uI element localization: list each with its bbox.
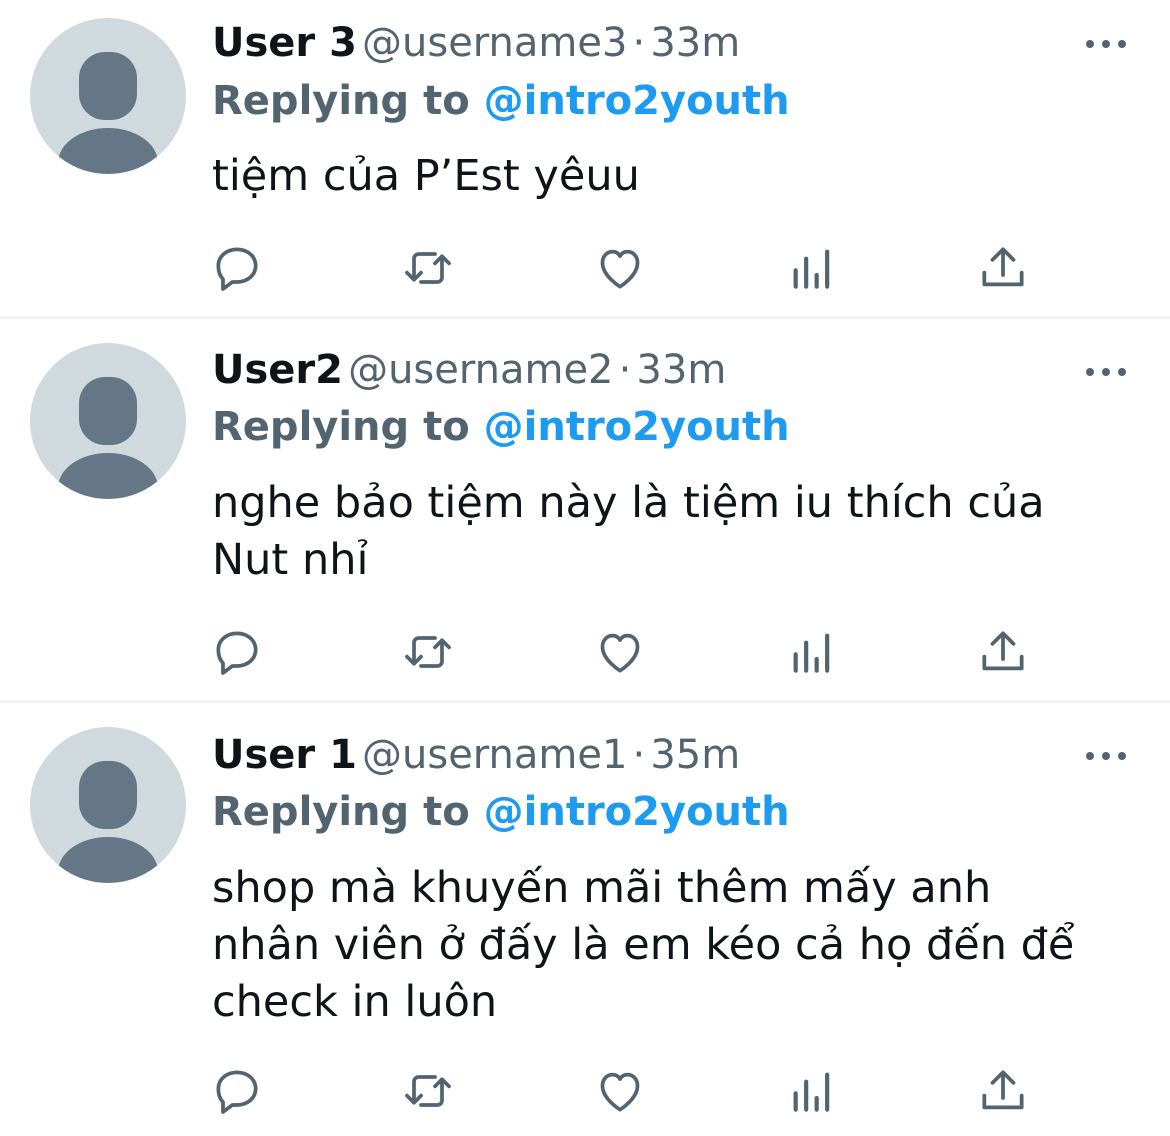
share-icon[interactable] bbox=[975, 1063, 1031, 1119]
replying-to: Replying to @intro2youth bbox=[212, 78, 790, 124]
more-icon[interactable] bbox=[1084, 36, 1128, 52]
analytics-icon[interactable] bbox=[784, 624, 840, 680]
user-name[interactable]: User 3 bbox=[212, 20, 357, 66]
user-handle[interactable]: @username1 bbox=[362, 732, 627, 778]
like-icon[interactable] bbox=[592, 240, 648, 296]
tweet-text-line: Nut nhỉ bbox=[212, 535, 369, 585]
timestamp[interactable]: 35m bbox=[650, 732, 740, 778]
analytics-icon[interactable] bbox=[784, 240, 840, 296]
reply-icon[interactable] bbox=[209, 624, 265, 680]
avatar-icon[interactable] bbox=[30, 343, 186, 499]
timestamp[interactable]: 33m bbox=[650, 20, 740, 66]
replying-to: Replying to @intro2youth bbox=[212, 789, 790, 835]
tweet[interactable]: User 1 @username1 · 35m Replying to @int… bbox=[0, 703, 1170, 1136]
tweet-actions bbox=[0, 624, 1170, 680]
tweet-header: User2 @username2 · 33m bbox=[212, 347, 726, 393]
replying-label: Replying to bbox=[212, 404, 470, 450]
retweet-icon[interactable] bbox=[400, 624, 456, 680]
tweet[interactable]: User2 @username2 · 33m Replying to @intr… bbox=[0, 319, 1170, 702]
avatar-icon[interactable] bbox=[30, 727, 186, 883]
separator: · bbox=[632, 732, 646, 778]
tweet-text-line: nhân viên ở đấy là em kéo cả họ đến để bbox=[212, 920, 1075, 970]
analytics-icon[interactable] bbox=[784, 1063, 840, 1119]
like-icon[interactable] bbox=[592, 1063, 648, 1119]
user-handle[interactable]: @username2 bbox=[348, 347, 613, 393]
reply-icon[interactable] bbox=[209, 240, 265, 296]
tweet-text-line: tiệm của P’Est yêuu bbox=[212, 151, 640, 201]
share-icon[interactable] bbox=[975, 624, 1031, 680]
retweet-icon[interactable] bbox=[400, 1063, 456, 1119]
tweet-text: shop mà khuyến mãi thêm mấy anh nhân viê… bbox=[212, 860, 1142, 1031]
timestamp[interactable]: 33m bbox=[636, 347, 726, 393]
separator: · bbox=[618, 347, 632, 393]
replying-to: Replying to @intro2youth bbox=[212, 404, 790, 450]
tweet-actions bbox=[0, 1063, 1170, 1119]
replying-handle[interactable]: @intro2youth bbox=[484, 789, 790, 835]
user-name[interactable]: User2 bbox=[212, 347, 343, 393]
retweet-icon[interactable] bbox=[400, 240, 456, 296]
tweet-header: User 1 @username1 · 35m bbox=[212, 732, 740, 778]
separator: · bbox=[632, 20, 646, 66]
tweet-header: User 3 @username3 · 33m bbox=[212, 20, 740, 66]
tweet[interactable]: User 3 @username3 · 33m Replying to @int… bbox=[0, 0, 1170, 317]
tweet-text-line: check in luôn bbox=[212, 977, 498, 1027]
replying-label: Replying to bbox=[212, 78, 470, 124]
tweet-text: tiệm của P’Est yêuu bbox=[212, 148, 1142, 205]
more-icon[interactable] bbox=[1084, 364, 1128, 380]
user-handle[interactable]: @username3 bbox=[362, 20, 627, 66]
replying-label: Replying to bbox=[212, 789, 470, 835]
like-icon[interactable] bbox=[592, 624, 648, 680]
share-icon[interactable] bbox=[975, 240, 1031, 296]
more-icon[interactable] bbox=[1084, 748, 1128, 764]
user-name[interactable]: User 1 bbox=[212, 732, 357, 778]
tweet-actions bbox=[0, 240, 1170, 296]
tweet-text: nghe bảo tiệm này là tiệm iu thích của N… bbox=[212, 475, 1142, 589]
reply-icon[interactable] bbox=[209, 1063, 265, 1119]
tweet-text-line: shop mà khuyến mãi thêm mấy anh bbox=[212, 863, 992, 913]
replying-handle[interactable]: @intro2youth bbox=[484, 78, 790, 124]
tweet-text-line: nghe bảo tiệm này là tiệm iu thích của bbox=[212, 478, 1045, 528]
avatar-icon[interactable] bbox=[30, 18, 186, 174]
replying-handle[interactable]: @intro2youth bbox=[484, 404, 790, 450]
